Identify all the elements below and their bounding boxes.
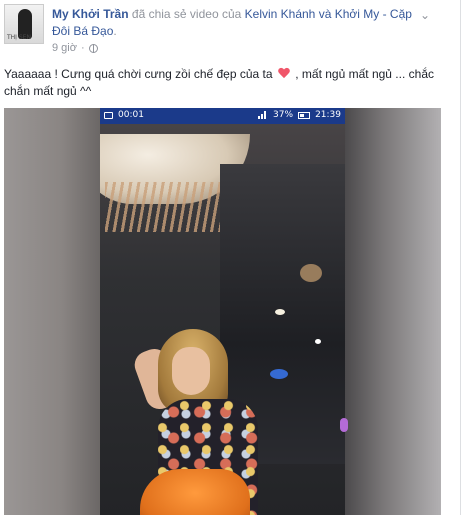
- avatar-brand: THỊ SEN: [7, 34, 31, 41]
- chevron-down-icon[interactable]: ⌄: [420, 9, 432, 21]
- record-icon: [104, 112, 113, 119]
- globe-icon[interactable]: [88, 43, 98, 53]
- avatar[interactable]: THỊ SEN: [4, 4, 44, 44]
- city-light: [275, 309, 285, 315]
- feed-post-card: THỊ SEN My Khởi Trần đã chia sẻ video củ…: [0, 0, 461, 515]
- orange-pillow: [140, 469, 250, 515]
- timestamp-link[interactable]: 9 giờ: [52, 42, 77, 54]
- headline-period: .: [113, 24, 117, 38]
- video-side-marker: [340, 418, 348, 432]
- status-right: 37% 21:39: [258, 110, 341, 120]
- city-light: [315, 339, 321, 344]
- person-face: [172, 347, 210, 395]
- post-headline: My Khởi Trần đã chia sẻ video của Kelvin…: [52, 6, 412, 40]
- meta-separator: ·: [80, 42, 85, 54]
- video-frame: 00:01 37% 21:39: [100, 108, 345, 515]
- post-message: Yaaaaaa ! Cưng quá chời cưng zồi chế đẹp…: [4, 66, 449, 100]
- post-header: THỊ SEN My Khởi Trần đã chia sẻ video củ…: [4, 4, 450, 56]
- post-meta: 9 giờ ·: [52, 42, 98, 54]
- heart-icon: [278, 68, 290, 79]
- recording-time: 00:01: [118, 110, 144, 120]
- city-light: [300, 264, 322, 282]
- battery-level: 37%: [273, 110, 294, 120]
- lamp-fringe: [105, 182, 235, 232]
- author-link[interactable]: My Khởi Trần: [52, 7, 129, 21]
- battery-icon: [298, 111, 311, 119]
- video-blur-right: [345, 108, 441, 515]
- video-player[interactable]: 00:01 37% 21:39: [4, 108, 441, 515]
- message-part-1: Yaaaaaa ! Cưng quá chời cưng zồi chế đẹp…: [4, 67, 273, 81]
- video-blur-left: [4, 108, 100, 515]
- action-text: đã chia sẻ video của: [131, 7, 242, 21]
- signal-icon: [258, 111, 268, 119]
- phone-status-bar: 00:01 37% 21:39: [100, 108, 345, 124]
- city-light: [270, 369, 288, 379]
- scene-background: [100, 124, 345, 515]
- phone-clock: 21:39: [315, 110, 341, 120]
